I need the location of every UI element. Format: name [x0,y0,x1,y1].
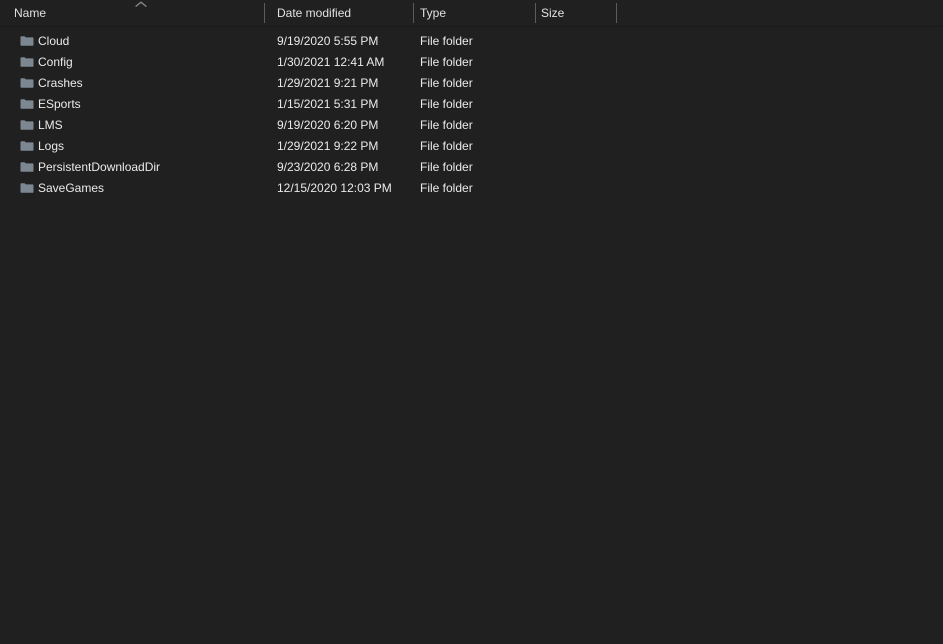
file-name-label: Logs [38,139,65,153]
file-size-cell [541,52,616,73]
file-date-modified-cell: 1/29/2021 9:22 PM [277,139,379,153]
file-list-row[interactable]: Cloud 9/19/2020 5:55 PM File folder [0,31,943,52]
file-size-cell [541,178,616,199]
file-name-cell[interactable]: Config [20,52,264,73]
folder-icon [20,119,34,131]
folder-icon [20,98,34,110]
file-size-cell [541,157,616,178]
file-date-modified-cell: 1/30/2021 12:41 AM [277,55,385,69]
file-date-modified-cell: 9/23/2020 6:28 PM [277,160,379,174]
file-list-row[interactable]: LMS 9/19/2020 6:20 PM File folder [0,115,943,136]
file-type-cell: File folder [420,97,473,111]
file-size-cell [541,73,616,94]
file-date-modified-cell: 12/15/2020 12:03 PM [277,181,392,195]
file-type-cell: File folder [420,55,473,69]
folder-icon [20,140,34,152]
column-resize-handle-size[interactable] [616,3,617,23]
file-name-label: Config [38,55,73,69]
file-type-cell: File folder [420,181,473,195]
file-type-cell: File folder [420,160,473,174]
file-list-row[interactable]: PersistentDownloadDir 9/23/2020 6:28 PM Fi… [0,157,943,178]
file-type-cell: File folder [420,76,473,90]
file-name-cell[interactable]: Cloud [20,31,264,52]
column-header-row: Name Date modified Type Size [0,0,943,27]
file-date-modified-cell: 9/19/2020 6:20 PM [277,118,379,132]
column-header-name-label: Name [14,6,47,20]
file-name-cell[interactable]: PersistentDownloadDir [20,157,264,178]
column-header-type-label: Type [420,6,447,20]
file-name-cell[interactable]: ESports [20,94,264,115]
column-header-type[interactable]: Type [413,0,535,26]
chevron-up-icon [135,1,147,8]
file-type-cell: File folder [420,139,473,153]
file-size-cell [541,136,616,157]
file-list-row[interactable]: Crashes 1/29/2021 9:21 PM File folder [0,73,943,94]
file-size-cell [541,115,616,136]
file-date-modified-cell: 9/19/2020 5:55 PM [277,34,379,48]
file-name-cell[interactable]: Crashes [20,73,264,94]
file-name-cell[interactable]: Logs [20,136,264,157]
column-header-date-modified-label: Date modified [277,6,352,20]
file-date-modified-cell: 1/15/2021 5:31 PM [277,97,379,111]
folder-icon [20,56,34,68]
file-name-label: Crashes [38,76,83,90]
folder-icon [20,77,34,89]
file-type-cell: File folder [420,118,473,132]
column-resize-handle-date-modified[interactable] [413,3,414,23]
file-name-label: ESports [38,97,81,111]
file-date-modified-cell: 1/29/2021 9:21 PM [277,76,379,90]
file-list-row[interactable]: ESports 1/15/2021 5:31 PM File folder [0,94,943,115]
column-header-name[interactable]: Name [0,0,264,26]
folder-icon [20,182,34,194]
file-name-label: PersistentDownloadDir [38,160,161,174]
column-resize-handle-name[interactable] [264,3,265,23]
column-header-size-label: Size [541,6,565,20]
file-name-label: Cloud [38,34,70,48]
file-size-cell [541,31,616,52]
file-list-row[interactable]: Logs 1/29/2021 9:22 PM File folder [0,136,943,157]
file-list-row[interactable]: SaveGames 12/15/2020 12:03 PM File folder [0,178,943,199]
column-header-size[interactable]: Size [535,0,616,26]
file-name-label: SaveGames [38,181,105,195]
file-list-row[interactable]: Config 1/30/2021 12:41 AM File folder [0,52,943,73]
folder-icon [20,161,34,173]
column-header-date-modified[interactable]: Date modified [264,0,413,26]
file-name-label: LMS [38,118,63,132]
file-type-cell: File folder [420,34,473,48]
file-browser-pane: Name Date modified Type Size Cloud 9/19/2… [0,0,943,644]
file-name-cell[interactable]: LMS [20,115,264,136]
file-size-cell [541,94,616,115]
folder-icon [20,35,34,47]
column-resize-handle-type[interactable] [535,3,536,23]
file-list: Cloud 9/19/2020 5:55 PM File folder Config 1… [0,31,943,199]
file-name-cell[interactable]: SaveGames [20,178,264,199]
